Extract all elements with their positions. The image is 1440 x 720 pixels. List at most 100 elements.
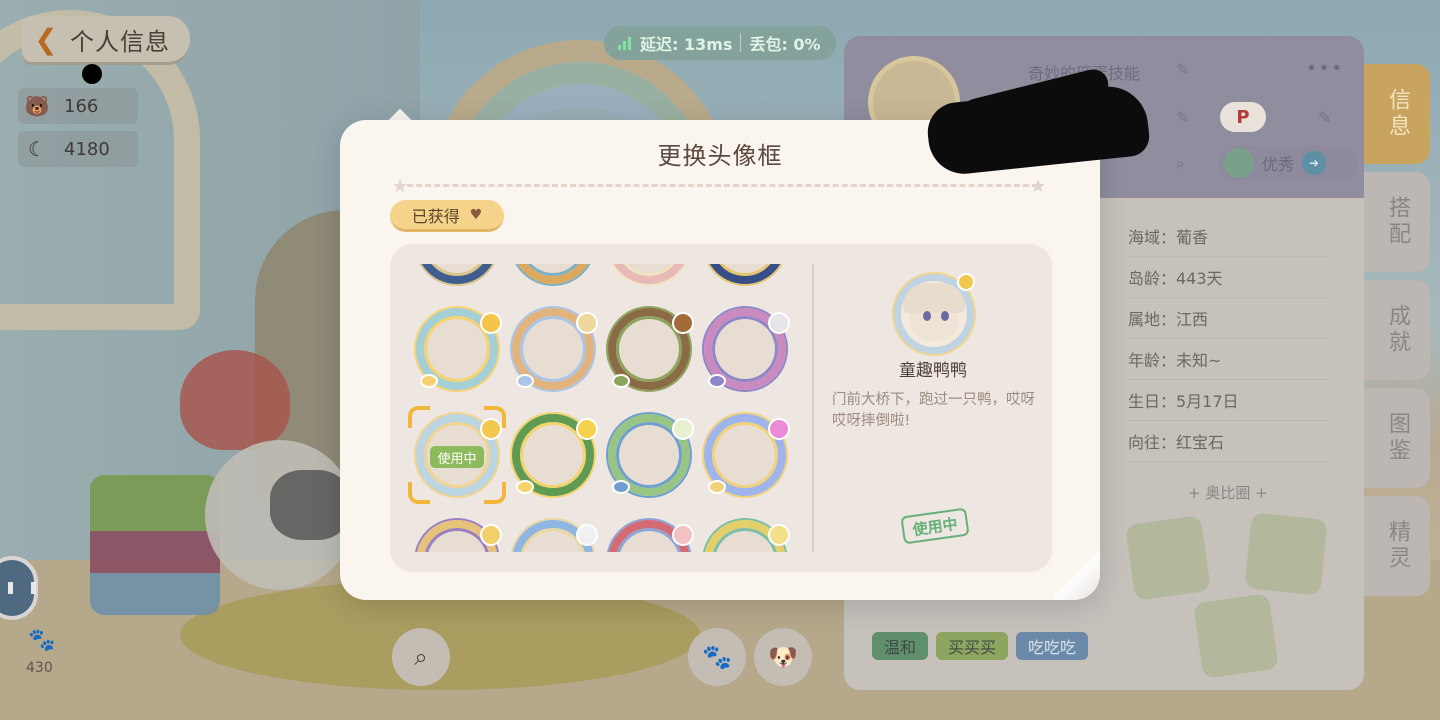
edit-nickname-icon[interactable]: ✎ xyxy=(1176,60,1189,79)
avatar-frame[interactable] xyxy=(416,308,502,390)
frame-content-box: 使用中 童趣鸭鸭 门前大桥下，跑过一只鸭，哎呀哎呀摔倒啦! 使用中 xyxy=(390,244,1052,572)
frame-ornament xyxy=(480,418,502,440)
paw-item-icon[interactable]: 🐾 xyxy=(24,628,60,658)
avatar-frame[interactable] xyxy=(512,414,598,496)
edit-icon[interactable]: ✎ xyxy=(1176,108,1189,127)
search-icon[interactable]: ⌕ xyxy=(1176,154,1185,174)
tab-spirit[interactable]: 精灵 xyxy=(1364,496,1430,596)
house-icon xyxy=(1224,148,1254,178)
frame-ornament xyxy=(768,312,790,334)
frame-ornament xyxy=(516,374,534,388)
profile-side-tabs: 信息 搭配 成就 图鉴 精灵 xyxy=(1364,64,1432,604)
scene-heart-cushion xyxy=(180,350,290,450)
scene-toy-blocks xyxy=(90,475,220,615)
avatar-frame[interactable] xyxy=(416,520,502,552)
avatar-frame[interactable] xyxy=(608,264,690,284)
circle-title: + 奥比圈 + xyxy=(1188,484,1268,502)
packet-loss-text: 丢包: 0% xyxy=(749,35,821,54)
frame-ornament xyxy=(768,524,790,546)
change-avatar-frame-dialog: 更换头像框 ★ ★ 已获得 ♥ 使用中 童趣鸭鸭 门前大桥下，跑过一只鸭，哎呀哎… xyxy=(340,120,1100,600)
frame-ornament xyxy=(672,524,694,546)
heart-icon: ♥ xyxy=(469,206,483,223)
info-wish[interactable]: 向往：红宝石 xyxy=(1128,421,1328,462)
more-options-icon[interactable]: ••• xyxy=(1306,58,1344,79)
frame-ornament xyxy=(612,480,630,494)
avatar-frame[interactable] xyxy=(704,308,790,390)
info-sea: 海域：葡香 xyxy=(1128,216,1328,257)
stat-value: 166 xyxy=(64,95,99,117)
in-use-stamp: 使用中 xyxy=(900,507,970,545)
avatar-eye xyxy=(923,311,931,321)
circle-stickers xyxy=(1124,506,1344,679)
dog-face-icon: 🐶 xyxy=(768,643,798,671)
frame-description: 门前大桥下，跑过一只鸭，哎呀哎呀摔倒啦! xyxy=(832,392,1035,429)
item-count: 430 xyxy=(26,660,53,676)
frame-name: 童趣鸭鸭 xyxy=(899,361,967,381)
frame-ornament xyxy=(576,524,598,546)
frame-ornament xyxy=(768,418,790,440)
info-island-age: 岛龄：443天 xyxy=(1128,257,1328,298)
frame-ornament xyxy=(708,374,726,388)
back-arrow-icon: ❮ xyxy=(34,22,58,56)
paw-icon: 🐾 xyxy=(702,643,732,671)
avatar-frame[interactable] xyxy=(608,520,694,552)
tab-achievements[interactable]: 成就 xyxy=(1364,280,1430,380)
tab-info[interactable]: 信息 xyxy=(1364,64,1430,164)
frame-ornament xyxy=(612,374,630,388)
home-rating[interactable]: 优秀 ➜ xyxy=(1218,146,1358,180)
rating-text: 优秀 xyxy=(1262,155,1295,174)
bear-icon: 🐻 xyxy=(24,94,50,118)
avatar-eye xyxy=(941,311,949,321)
filter-label: 已获得 xyxy=(411,206,460,226)
avatar-hair xyxy=(903,283,965,313)
profile-info-list: 海域：葡香 岛龄：443天 属地：江西 年龄：未知~ 生日：5月17日 向往：红… xyxy=(1128,216,1328,462)
obtained-filter-button[interactable]: 已获得 ♥ xyxy=(390,200,504,232)
avatar-frame[interactable] xyxy=(416,264,498,284)
stat-moon: ☾ 4180 xyxy=(18,131,138,167)
tag: 买买买 xyxy=(936,632,1009,660)
tag: 温和 xyxy=(872,632,929,660)
search-icon: ⌕ xyxy=(414,643,428,671)
frame-preview-avatar xyxy=(894,273,975,354)
in-use-badge: 使用中 xyxy=(430,446,484,468)
pet-face-button[interactable]: 🐶 xyxy=(754,628,812,686)
page-title: 个人信息 xyxy=(70,27,170,56)
avatar-frame[interactable] xyxy=(608,308,694,390)
moon-icon: ☾ xyxy=(28,137,46,161)
pet-paw-button[interactable]: 🐾 xyxy=(688,628,746,686)
frame-ornament xyxy=(480,312,502,334)
tab-collection[interactable]: 图鉴 xyxy=(1364,388,1430,488)
info-location: 属地：江西 xyxy=(1128,298,1328,339)
avatar-frame-grid[interactable]: 使用中 xyxy=(404,264,804,552)
frame-ornament xyxy=(672,418,694,440)
duck-ornament-icon xyxy=(957,273,975,291)
edit-icon[interactable]: ✎ xyxy=(1318,108,1331,127)
arrow-right-icon: ➜ xyxy=(1302,151,1327,175)
zoom-search-button[interactable]: ⌕ xyxy=(392,628,450,686)
avatar-frame[interactable] xyxy=(608,414,694,496)
avatar-frame[interactable] xyxy=(704,264,786,284)
avatar-frame-selected[interactable]: 使用中 xyxy=(416,414,502,496)
tab-outfit[interactable]: 搭配 xyxy=(1364,172,1430,272)
info-birthday[interactable]: 生日：5月17日 xyxy=(1128,380,1328,421)
frame-ornament xyxy=(708,480,726,494)
sticker[interactable] xyxy=(1193,593,1279,679)
stat-bear: 🐻 166 xyxy=(18,88,138,124)
avatar-frame[interactable] xyxy=(512,308,598,390)
personality-tags: 温和 买买买 吃吃吃 xyxy=(872,632,1089,660)
profile-badge[interactable]: P xyxy=(1220,102,1266,132)
avatar-frame[interactable] xyxy=(704,414,790,496)
signal-icon xyxy=(618,36,632,50)
info-age[interactable]: 年龄：未知~ xyxy=(1128,339,1328,380)
frame-ornament xyxy=(480,524,502,546)
avatar-frame[interactable] xyxy=(704,520,790,552)
avatar-frame[interactable] xyxy=(512,264,594,284)
avatar-frame[interactable] xyxy=(512,520,598,552)
sticker[interactable] xyxy=(1125,515,1211,601)
back-button[interactable]: ❮ 个人信息 xyxy=(22,16,190,62)
latency-text: 延迟: 13ms xyxy=(640,35,733,54)
network-status: 延迟: 13ms 丢包: 0% xyxy=(604,26,836,60)
sticker[interactable] xyxy=(1244,512,1328,596)
pet-sheep-face xyxy=(270,470,350,540)
tag: 吃吃吃 xyxy=(1016,632,1089,660)
